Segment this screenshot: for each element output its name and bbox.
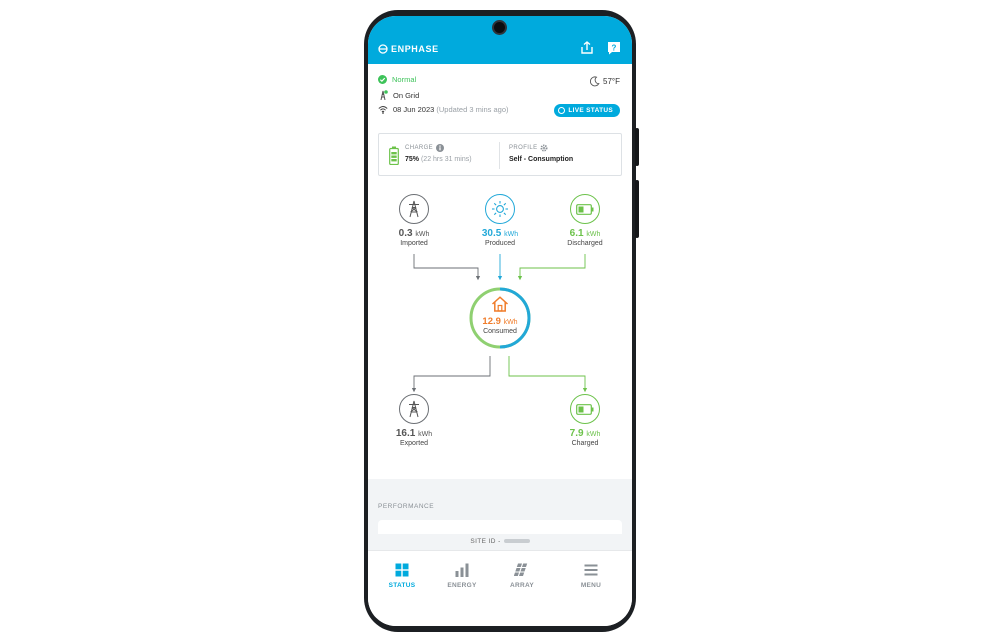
exported-flow-line bbox=[411, 356, 491, 393]
sun-icon bbox=[492, 201, 508, 217]
app-screen: ENPHASE ? Normal On Grid 08 Jun 2023 (Up… bbox=[368, 16, 632, 626]
solar-icon-circle bbox=[485, 194, 515, 224]
exported-value: 16.1 kWh bbox=[395, 428, 433, 439]
tab-energy[interactable]: ENERGY bbox=[432, 563, 492, 589]
produced-label: Produced bbox=[485, 240, 515, 247]
grid-icon bbox=[395, 563, 409, 577]
site-id-label: SITE ID - bbox=[470, 538, 501, 545]
consumed-value: 12.9 kWh bbox=[482, 316, 518, 327]
performance-title: PERFORMANCE bbox=[378, 503, 435, 510]
exported-node[interactable]: 16.1 kWh Exported bbox=[379, 394, 449, 447]
charged-flow-line bbox=[508, 356, 588, 393]
panels-icon bbox=[514, 563, 528, 576]
exported-label: Exported bbox=[399, 440, 429, 447]
charged-label: Charged bbox=[571, 440, 599, 447]
bar-chart-icon bbox=[455, 563, 469, 577]
imported-value: 0.3 kWh bbox=[398, 228, 430, 239]
charged-value: 7.9 kWh bbox=[569, 428, 601, 439]
grid-icon-circle-export bbox=[399, 394, 429, 424]
imported-flow-line bbox=[413, 254, 481, 281]
site-id-bar: SITE ID - bbox=[368, 534, 632, 550]
battery-icon-circle bbox=[570, 194, 600, 224]
grid-icon-circle bbox=[399, 194, 429, 224]
discharged-flow-line bbox=[517, 254, 586, 281]
tab-array[interactable]: ARRAY bbox=[492, 563, 552, 589]
consumed-label: Consumed bbox=[483, 328, 517, 335]
menu-icon bbox=[584, 564, 598, 576]
power-tower-icon bbox=[409, 200, 419, 218]
discharged-label: Discharged bbox=[567, 240, 603, 247]
discharged-node[interactable]: 6.1 kWh Discharged bbox=[550, 194, 620, 247]
house-icon bbox=[491, 296, 509, 312]
produced-value: 30.5 kWh bbox=[481, 228, 519, 239]
battery-horizontal-icon bbox=[576, 203, 594, 215]
battery-icon-circle-charge bbox=[570, 394, 600, 424]
power-button bbox=[635, 180, 639, 238]
imported-node[interactable]: 0.3 kWh Imported bbox=[379, 194, 449, 247]
tab-menu[interactable]: MENU bbox=[561, 563, 621, 589]
power-tower-icon bbox=[409, 400, 419, 418]
tab-status[interactable]: STATUS bbox=[372, 563, 432, 589]
volume-button bbox=[635, 128, 639, 166]
consumed-node[interactable]: 12.9 kWh Consumed bbox=[468, 286, 532, 350]
charged-node[interactable]: 7.9 kWh Charged bbox=[550, 394, 620, 447]
imported-label: Imported bbox=[400, 240, 428, 247]
produced-node[interactable]: 30.5 kWh Produced bbox=[465, 194, 535, 247]
site-id-redacted bbox=[503, 539, 530, 544]
battery-horizontal-icon bbox=[576, 403, 594, 415]
discharged-value: 6.1 kWh bbox=[569, 228, 601, 239]
bottom-tab-bar: STATUS ENERGY ARRAY MENU bbox=[368, 550, 632, 626]
